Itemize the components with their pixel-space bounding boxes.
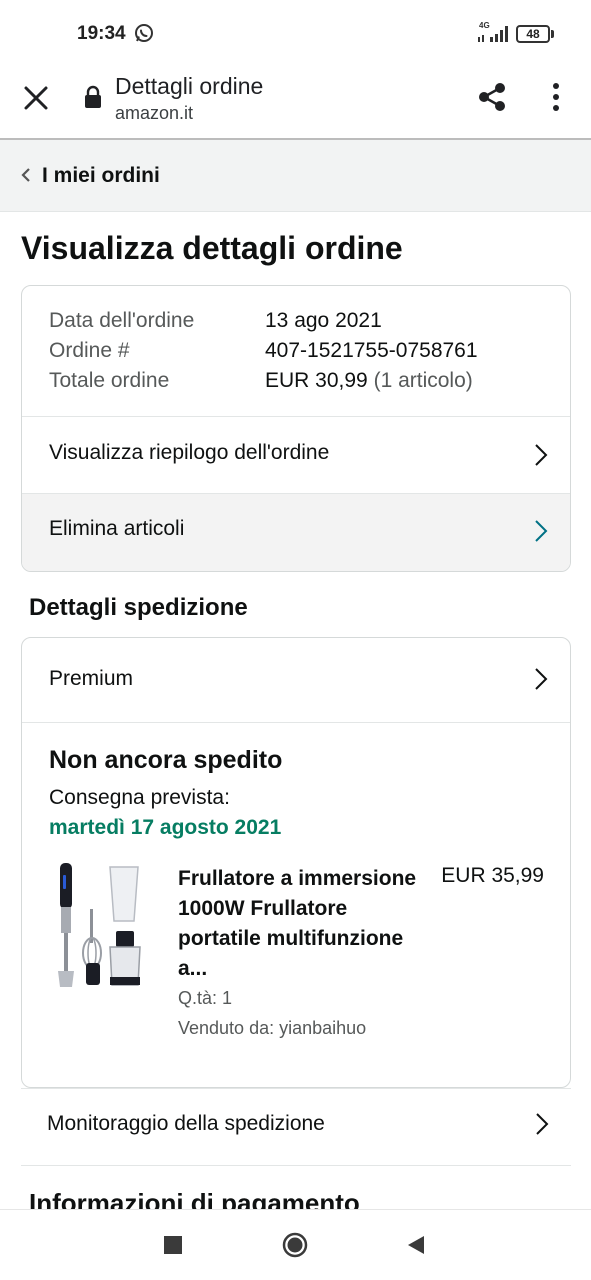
delivery-label: Consegna prevista:: [49, 786, 230, 809]
browser-url[interactable]: amazon.it: [115, 103, 193, 124]
chevron-right-icon: [535, 520, 548, 542]
signal-icon: 4G: [476, 21, 510, 44]
shipping-method-row[interactable]: Premium: [22, 638, 570, 722]
shipment-tracking-link[interactable]: Monitoraggio della spedizione: [21, 1090, 571, 1164]
shipment-card: Premium Non ancora spedito Consegna prev…: [21, 637, 571, 1088]
product-title[interactable]: Frullatore a immersione 1000W Frullatore…: [178, 864, 418, 984]
order-summary-link-label: Visualizza riepilogo dell'ordine: [49, 441, 330, 464]
order-number-value: 407-1521755-0758761: [265, 339, 478, 362]
page-title: Visualizza dettagli ordine: [21, 230, 403, 266]
chevron-right-icon: [536, 1113, 549, 1135]
chevron-right-icon: [535, 668, 548, 690]
battery-level: 48: [516, 25, 550, 43]
order-total-amount: EUR 30,99: [265, 369, 368, 392]
delete-items-link-label: Elimina articoli: [49, 517, 185, 540]
product-quantity: Q.tà: 1: [178, 988, 233, 1008]
browser-page-title: Dettagli ordine: [115, 73, 264, 99]
status-time: 19:34: [77, 23, 126, 44]
order-summary-link[interactable]: Visualizza riepilogo dell'ordine: [22, 417, 570, 493]
product-price: EUR 35,99: [441, 864, 544, 887]
order-total-label: Totale ordine: [49, 369, 170, 392]
chevron-left-icon: [21, 168, 30, 182]
browser-toolbar: Dettagli ordine amazon.it: [0, 66, 591, 140]
shipping-method-label: Premium: [49, 667, 134, 690]
shipping-section-title: Dettagli spedizione: [29, 594, 248, 621]
whatsapp-icon: [135, 24, 153, 42]
order-total-value: EUR 30,99 (1 articolo): [265, 369, 473, 393]
breadcrumb-my-orders[interactable]: I miei ordini: [42, 164, 160, 188]
delivery-date: martedì 17 agosto 2021: [49, 816, 282, 839]
share-icon[interactable]: [476, 81, 508, 113]
lock-icon[interactable]: [83, 85, 103, 109]
more-vert-icon[interactable]: [545, 81, 567, 113]
order-total-items: (1 articolo): [373, 369, 473, 392]
status-bar: 19:34 4G 48: [0, 0, 591, 66]
breadcrumb[interactable]: I miei ordini: [0, 140, 591, 212]
order-number-label: Ordine #: [49, 339, 130, 362]
order-date-label: Data dell'ordine: [49, 309, 195, 332]
close-icon[interactable]: [22, 84, 50, 112]
delete-items-link[interactable]: Elimina articoli: [22, 494, 570, 571]
product-image[interactable]: [52, 863, 152, 993]
system-nav-bar: [0, 1209, 591, 1280]
home-icon[interactable]: [282, 1232, 308, 1258]
chevron-right-icon: [535, 444, 548, 466]
battery-icon: 48: [516, 25, 554, 43]
back-icon[interactable]: [405, 1234, 427, 1256]
shipment-tracking-label: Monitoraggio della spedizione: [47, 1112, 325, 1135]
shipment-status: Non ancora spedito: [49, 746, 283, 774]
order-summary-card: Data dell'ordine 13 ago 2021 Ordine # 40…: [21, 285, 571, 572]
recent-apps-icon[interactable]: [164, 1236, 182, 1254]
product-seller: Venduto da: yianbaihuo: [178, 1018, 367, 1038]
order-date-value: 13 ago 2021: [265, 309, 382, 332]
